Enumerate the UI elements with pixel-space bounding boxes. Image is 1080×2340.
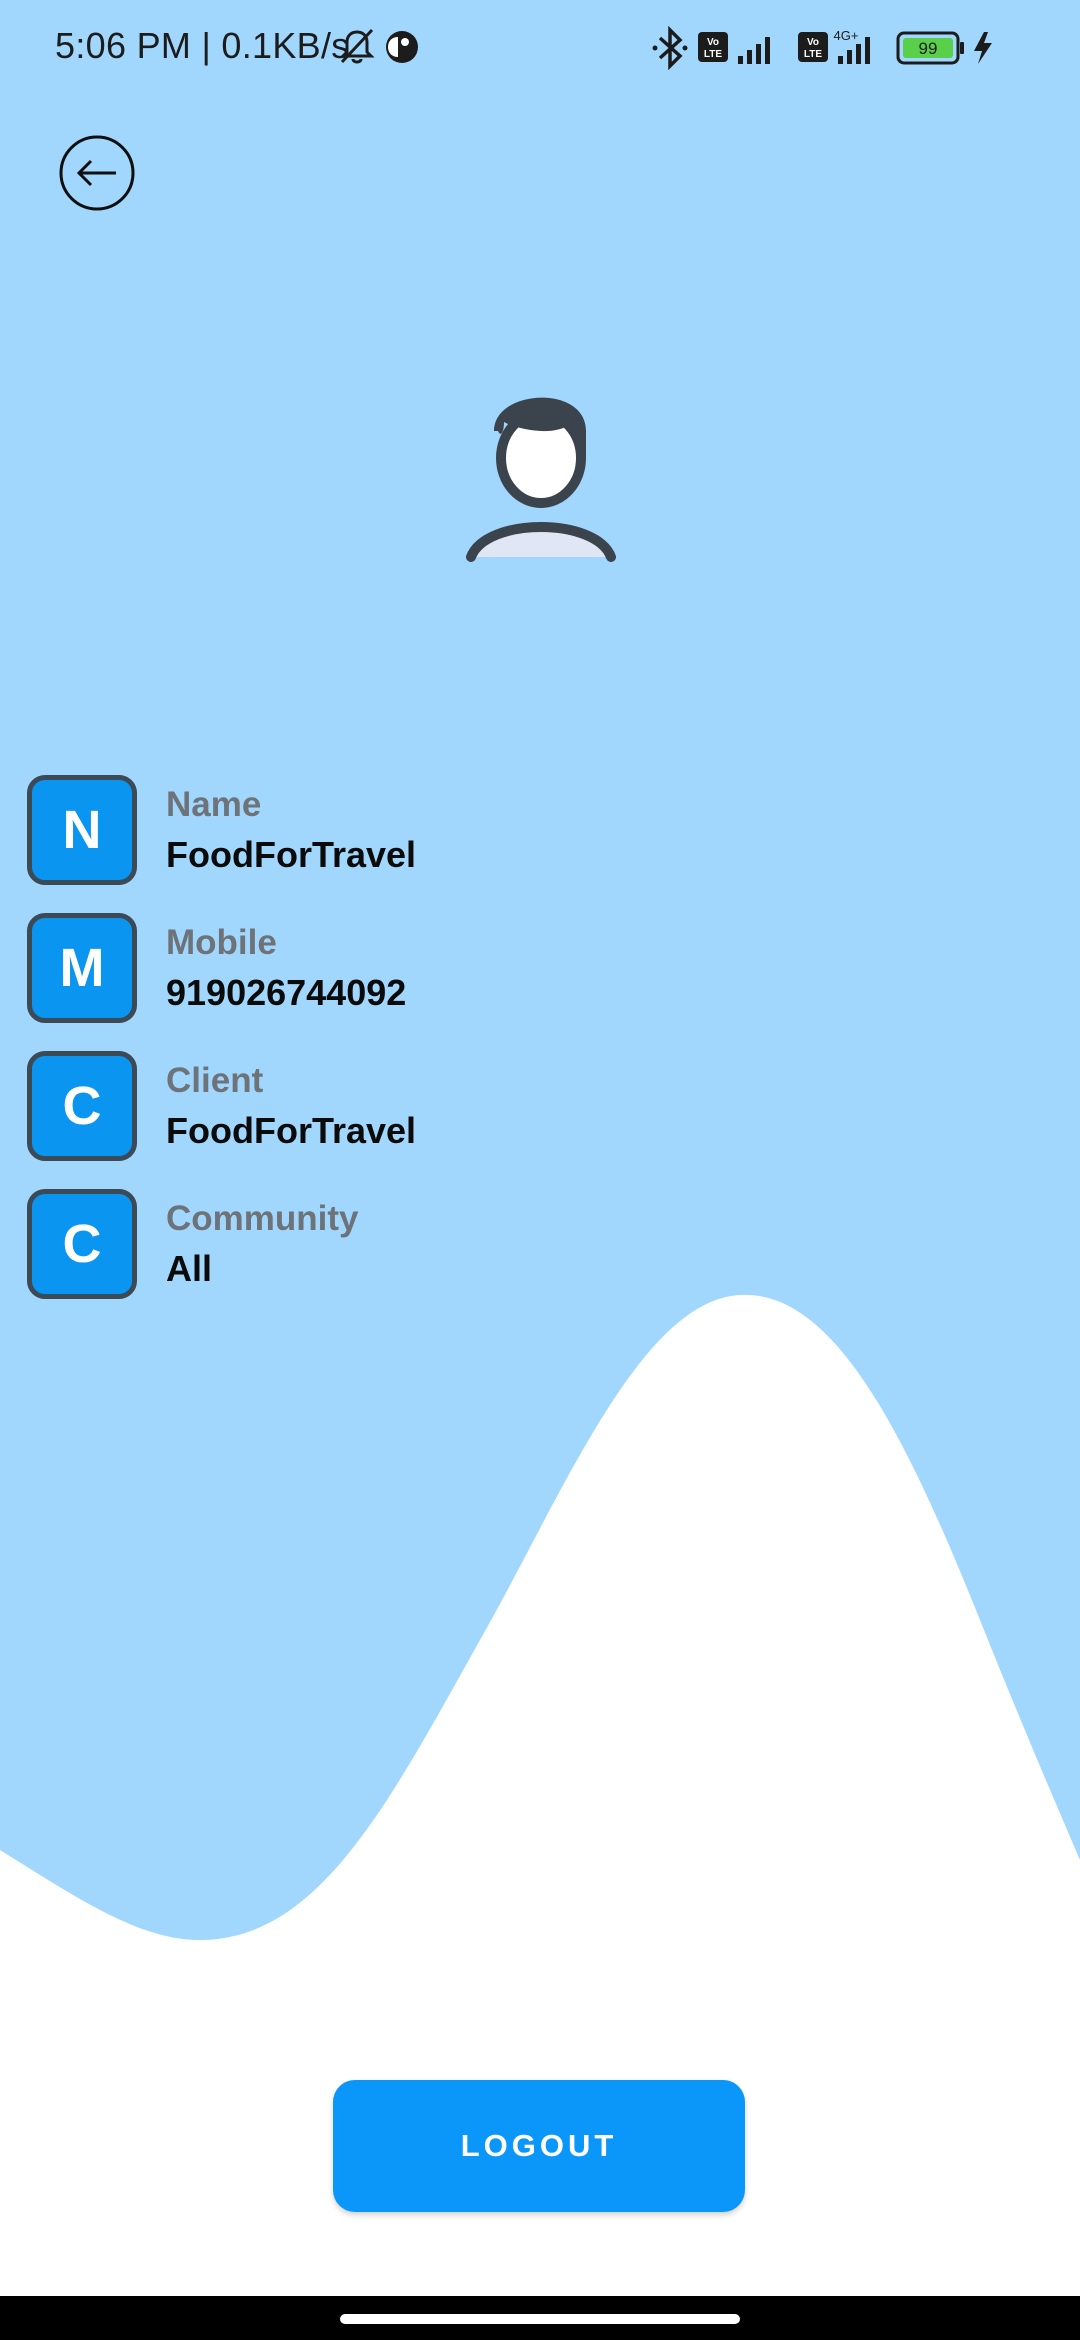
- background-wave: [0, 1294, 1080, 2340]
- community-letter-badge: C: [27, 1189, 137, 1299]
- client-value: FoodForTravel: [166, 1110, 417, 1151]
- network-type-label: 4G+: [834, 28, 859, 43]
- svg-text:Vo: Vo: [707, 37, 719, 48]
- name-letter-badge: N: [27, 775, 137, 885]
- community-value: All: [166, 1248, 213, 1289]
- status-bar: 5:06 PM | 0.1KB/s Vo LTE Vo LTE 4G+ 99: [0, 0, 1080, 96]
- bell-muted-icon: [340, 28, 375, 64]
- svg-text:LTE: LTE: [804, 49, 822, 60]
- mobile-value: 919026744092: [166, 972, 407, 1013]
- navigation-bar: [0, 2296, 1080, 2340]
- name-value: FoodForTravel: [166, 834, 417, 875]
- app-notification-icon: [386, 31, 418, 63]
- back-button[interactable]: [58, 134, 136, 212]
- volte-icon: Vo LTE: [698, 32, 728, 62]
- mobile-letter-badge: M: [27, 913, 137, 1023]
- volte-icon: Vo LTE: [798, 32, 828, 62]
- home-indicator[interactable]: [340, 2314, 740, 2324]
- battery-level: 99: [919, 39, 938, 58]
- arrow-left-icon: [59, 135, 135, 211]
- logout-button[interactable]: LOGOUT: [333, 2080, 745, 2212]
- user-avatar-icon: [466, 397, 616, 562]
- svg-text:Vo: Vo: [807, 37, 819, 48]
- signal-icon: 4G+: [834, 28, 870, 64]
- status-time: 5:06 PM | 0.1KB/s: [55, 25, 350, 66]
- community-label: Community: [166, 1199, 359, 1238]
- client-letter-badge: C: [27, 1051, 137, 1161]
- status-right-icons: Vo LTE Vo LTE 4G+ 99: [652, 26, 992, 70]
- mobile-label: Mobile: [166, 923, 277, 962]
- name-label: Name: [166, 785, 262, 824]
- status-left-icons: [340, 28, 418, 64]
- bluetooth-icon: [652, 26, 688, 70]
- svg-text:LTE: LTE: [704, 49, 722, 60]
- signal-icon: [738, 37, 770, 64]
- client-label: Client: [166, 1061, 264, 1100]
- battery-icon: 99: [896, 31, 964, 65]
- charging-icon: [974, 32, 992, 64]
